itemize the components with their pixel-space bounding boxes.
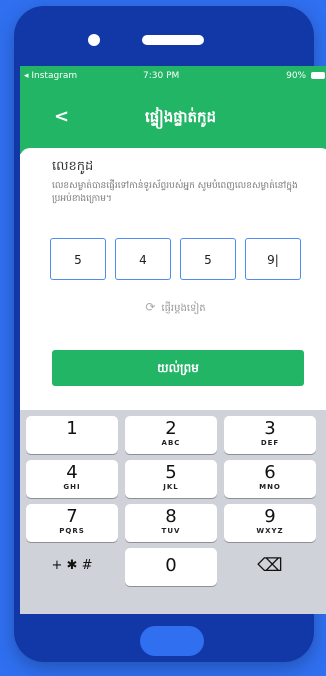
home-button[interactable] [140, 626, 204, 656]
status-app[interactable]: ◂ Instagram [24, 71, 77, 81]
key-letters: GHI [63, 483, 81, 491]
verification-card: លេខកូដ លេខសម្ងាត់បានផ្ញើរទៅកាន់ទូរស័ព្ទរ… [20, 148, 326, 410]
code-digit-2[interactable]: 4 [115, 238, 171, 280]
key-0[interactable]: 0 [125, 548, 217, 586]
key-6[interactable]: 6 MNO [224, 460, 316, 498]
key-digit: 6 [264, 462, 276, 483]
key-digit: 7 [66, 506, 78, 527]
key-5[interactable]: 5 JKL [125, 460, 217, 498]
resend-label: ផ្ញើរម្តងទៀត [161, 303, 206, 314]
status-bar: ◂ Instagram 7:30 PM 90% [20, 66, 326, 86]
key-4[interactable]: 4 GHI [26, 460, 118, 498]
resend-link[interactable]: ⟳ ផ្ញើរម្តងទៀត [20, 300, 326, 316]
key-digit: 4 [66, 462, 78, 483]
code-digit-4[interactable]: 9| [245, 238, 301, 280]
key-3[interactable]: 3 DEF [224, 416, 316, 454]
app-screen: ◂ Instagram 7:30 PM 90% < ផ្ទៀងផ្ទាត់កូដ… [20, 66, 326, 614]
key-digit: 3 [264, 418, 276, 439]
key-digit: 9 [264, 506, 276, 527]
key-letters: ABC [161, 439, 181, 447]
code-digit-3[interactable]: 5 [180, 238, 236, 280]
key-letters: JKL [163, 483, 179, 491]
status-battery: 90% [286, 71, 325, 81]
key-digit: 1 [66, 418, 78, 439]
key-9[interactable]: 9 WXYZ [224, 504, 316, 542]
key-digit: 0 [165, 555, 177, 576]
key-2[interactable]: 2 ABC [125, 416, 217, 454]
key-digit: 5 [165, 462, 177, 483]
battery-icon [311, 72, 325, 79]
key-digit: 8 [165, 506, 177, 527]
key-7[interactable]: 7 PQRS [26, 504, 118, 542]
backspace-icon: ⌫ [257, 555, 283, 576]
speaker-grille [142, 35, 204, 45]
key-8[interactable]: 8 TUV [125, 504, 217, 542]
numeric-keyboard: 1 2 ABC 3 DEF 4 GHI 5 JKL 6 MNO 7 PQRS 8 TUV 9W… [20, 410, 326, 614]
code-label: លេខកូដ [52, 159, 94, 174]
page-title: ផ្ទៀងផ្ទាត់កូដ [144, 108, 217, 126]
refresh-icon: ⟳ [145, 300, 156, 314]
key-digit: 2 [165, 418, 177, 439]
key-symbols[interactable]: + ✱ # [26, 548, 118, 586]
key-letters: TUV [161, 527, 181, 535]
key-letters: MNO [259, 483, 281, 491]
key-1[interactable]: 1 [26, 416, 118, 454]
key-letters: WXYZ [256, 527, 284, 535]
key-backspace[interactable]: ⌫ [224, 548, 316, 586]
confirm-button[interactable]: យល់ព្រម [52, 350, 304, 386]
app-header: ◂ Instagram 7:30 PM 90% < ផ្ទៀងផ្ទាត់កូដ [20, 66, 326, 154]
camera-icon [88, 34, 100, 46]
key-letters: PQRS [59, 527, 85, 535]
code-digit-1[interactable]: 5 [50, 238, 106, 280]
key-letters: DEF [260, 439, 280, 447]
code-description: លេខសម្ងាត់បានផ្ញើរទៅកាន់ទូរស័ព្ទរបស់អ្នក… [52, 181, 298, 204]
battery-percent: 90% [286, 71, 307, 81]
key-digit: + ✱ # [51, 558, 93, 573]
status-time: 7:30 PM [143, 71, 180, 81]
